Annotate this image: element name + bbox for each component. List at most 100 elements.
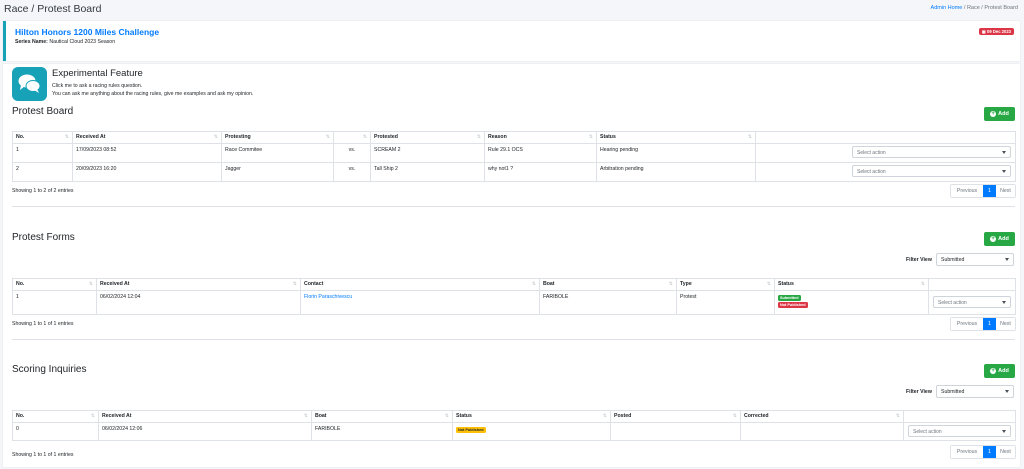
cell-received: 17/09/2023 08:52 — [72, 143, 222, 163]
section-divider — [12, 339, 1015, 340]
section-divider — [12, 206, 1015, 207]
protest-forms-pagination: Previous 1 Next — [950, 317, 1016, 331]
breadcrumb-separator: / — [963, 5, 966, 11]
next-page-button[interactable]: Next — [996, 185, 1015, 197]
column-header[interactable]: Received At ⇅ — [98, 410, 312, 423]
cell-vs: vs. — [333, 162, 371, 182]
plus-circle-icon: + — [990, 236, 997, 242]
column-header[interactable]: Type ⇅ — [676, 278, 775, 291]
cell-corrected — [740, 422, 904, 441]
column-header[interactable]: Boat ⇅ — [539, 278, 677, 291]
next-page-button[interactable]: Next — [996, 446, 1015, 458]
sort-icon: ⇅ — [895, 413, 900, 419]
column-header[interactable]: Status ⇅ — [774, 278, 929, 291]
scoring-inquiries-filter-label: Filter View — [906, 389, 932, 395]
cell-received: 20/09/2023 16:20 — [72, 162, 222, 182]
protest-board-add-button[interactable]: + Add — [984, 107, 1015, 121]
cell-action: Select action — [928, 290, 1016, 315]
cell-status: Arbitration pending — [596, 162, 756, 182]
contact-link[interactable]: Florin Paraschivescu — [300, 290, 540, 315]
column-header[interactable]: Corrected ⇅ — [740, 410, 904, 423]
sort-icon: ⇅ — [747, 134, 752, 140]
column-header[interactable]: Received At ⇅ — [96, 278, 301, 291]
table-header-row: No. ⇅ Received At ⇅ Boat ⇅ Status ⇅ Posted ⇅ … — [12, 410, 1016, 423]
select-action-dropdown[interactable]: Select action — [852, 146, 1011, 158]
protest-forms-filter-select[interactable]: Submitted — [936, 253, 1014, 266]
column-header[interactable]: No. ⇅ — [12, 410, 99, 423]
caret-down-icon — [1002, 430, 1006, 433]
experimental-line-2: You can ask me anything about the racing… — [52, 91, 254, 97]
column-header[interactable]: Received At ⇅ — [72, 131, 222, 144]
select-action-dropdown[interactable]: Select action — [908, 425, 1011, 437]
sort-icon: ⇅ — [531, 281, 536, 287]
breadcrumb: Admin Home / Race / Protest Board — [931, 5, 1018, 11]
sort-icon: ⇅ — [444, 413, 449, 419]
protest-board-table: No. ⇅ Received At ⇅ Protesting ⇅ ⇅ Proteste… — [12, 131, 1016, 182]
submitted-badge: Submitted — [778, 295, 801, 301]
column-header[interactable]: No. ⇅ — [12, 131, 73, 144]
cell-action: Select action — [755, 162, 1016, 182]
select-action-dropdown[interactable]: Select action — [933, 296, 1011, 308]
page-1-button[interactable]: 1 — [983, 318, 996, 330]
table-row: 2 20/09/2023 16:20 Jagger vs. Tall Ship … — [12, 162, 1016, 182]
cell-vs: vs. — [333, 143, 371, 163]
column-header[interactable]: Protesting ⇅ — [221, 131, 334, 144]
scoring-inquiries-table: No. ⇅ Received At ⇅ Boat ⇅ Status ⇅ Posted ⇅ … — [12, 410, 1016, 441]
sort-icon: ⇅ — [602, 413, 607, 419]
previous-page-button[interactable]: Previous — [951, 318, 983, 330]
select-action-text: Select action — [913, 428, 942, 435]
cell-no: 2 — [12, 162, 73, 182]
sort-icon: ⇅ — [732, 413, 737, 419]
cell-status: Submitted Not Published — [774, 290, 929, 315]
experimental-line-1: Click me to ask a racing rules question. — [52, 83, 143, 89]
experimental-title[interactable]: Experimental Feature — [52, 68, 143, 79]
caret-down-icon — [1002, 151, 1006, 154]
scoring-inquiries-add-button[interactable]: + Add — [984, 364, 1015, 378]
column-header[interactable]: Boat ⇅ — [311, 410, 453, 423]
protest-forms-entries-info: Showing 1 to 1 of 1 entries — [12, 321, 74, 327]
sort-icon: ⇅ — [668, 281, 673, 287]
previous-page-button[interactable]: Previous — [951, 185, 983, 197]
column-header[interactable]: No. ⇅ — [12, 278, 97, 291]
caret-down-icon — [1002, 170, 1006, 173]
not-published-badge: Not Published — [778, 302, 808, 308]
sort-icon: ⇅ — [292, 281, 297, 287]
column-header[interactable]: Protested ⇅ — [370, 131, 485, 144]
sort-icon: ⇅ — [362, 134, 367, 140]
cell-protesting: Jagger — [221, 162, 334, 182]
page-1-button[interactable]: 1 — [983, 185, 996, 197]
cell-reason: Rule 29.1 OCS — [484, 143, 597, 163]
cell-action: Select action — [903, 422, 1016, 441]
column-header — [755, 131, 1016, 144]
event-title: Hilton Honors 1200 Miles Challenge — [15, 27, 160, 37]
column-header[interactable]: Contact ⇅ — [300, 278, 540, 291]
column-header[interactable]: Reason ⇅ — [484, 131, 597, 144]
table-header-row: No. ⇅ Received At ⇅ Contact ⇅ Boat ⇅ Type ⇅ S… — [12, 278, 1016, 291]
caret-down-icon — [1005, 390, 1009, 393]
previous-page-button[interactable]: Previous — [951, 446, 983, 458]
column-header[interactable]: ⇅ — [333, 131, 371, 144]
table-header-row: No. ⇅ Received At ⇅ Protesting ⇅ ⇅ Proteste… — [12, 131, 1016, 144]
column-header[interactable]: Status ⇅ — [452, 410, 611, 423]
cell-posted — [610, 422, 741, 441]
select-action-dropdown[interactable]: Select action — [852, 165, 1011, 177]
next-page-button[interactable]: Next — [996, 318, 1015, 330]
column-header — [903, 410, 1016, 423]
sort-icon: ⇅ — [766, 281, 771, 287]
cell-protested: Tall Ship 2 — [370, 162, 485, 182]
column-header[interactable]: Status ⇅ — [596, 131, 756, 144]
column-header[interactable]: Posted ⇅ — [610, 410, 741, 423]
cell-status: Not Published — [452, 422, 611, 441]
filter-select-text: Submitted — [941, 257, 965, 263]
cell-no: 1 — [12, 290, 97, 315]
table-row: 0 06/02/2024 12:06 FARIBOLE Not Publishe… — [12, 422, 1016, 441]
experimental-feature-button[interactable] — [12, 67, 47, 101]
plus-circle-icon: + — [990, 111, 997, 117]
protest-forms-add-button[interactable]: + Add — [984, 232, 1015, 246]
breadcrumb-home-link[interactable]: Admin Home — [931, 5, 963, 11]
cell-received: 06/02/2024 12:06 — [98, 422, 312, 441]
protest-forms-filter-label: Filter View — [906, 257, 932, 263]
scoring-inquiries-filter-select[interactable]: Submitted — [936, 385, 1014, 398]
cell-no: 0 — [12, 422, 99, 441]
page-1-button[interactable]: 1 — [983, 446, 996, 458]
